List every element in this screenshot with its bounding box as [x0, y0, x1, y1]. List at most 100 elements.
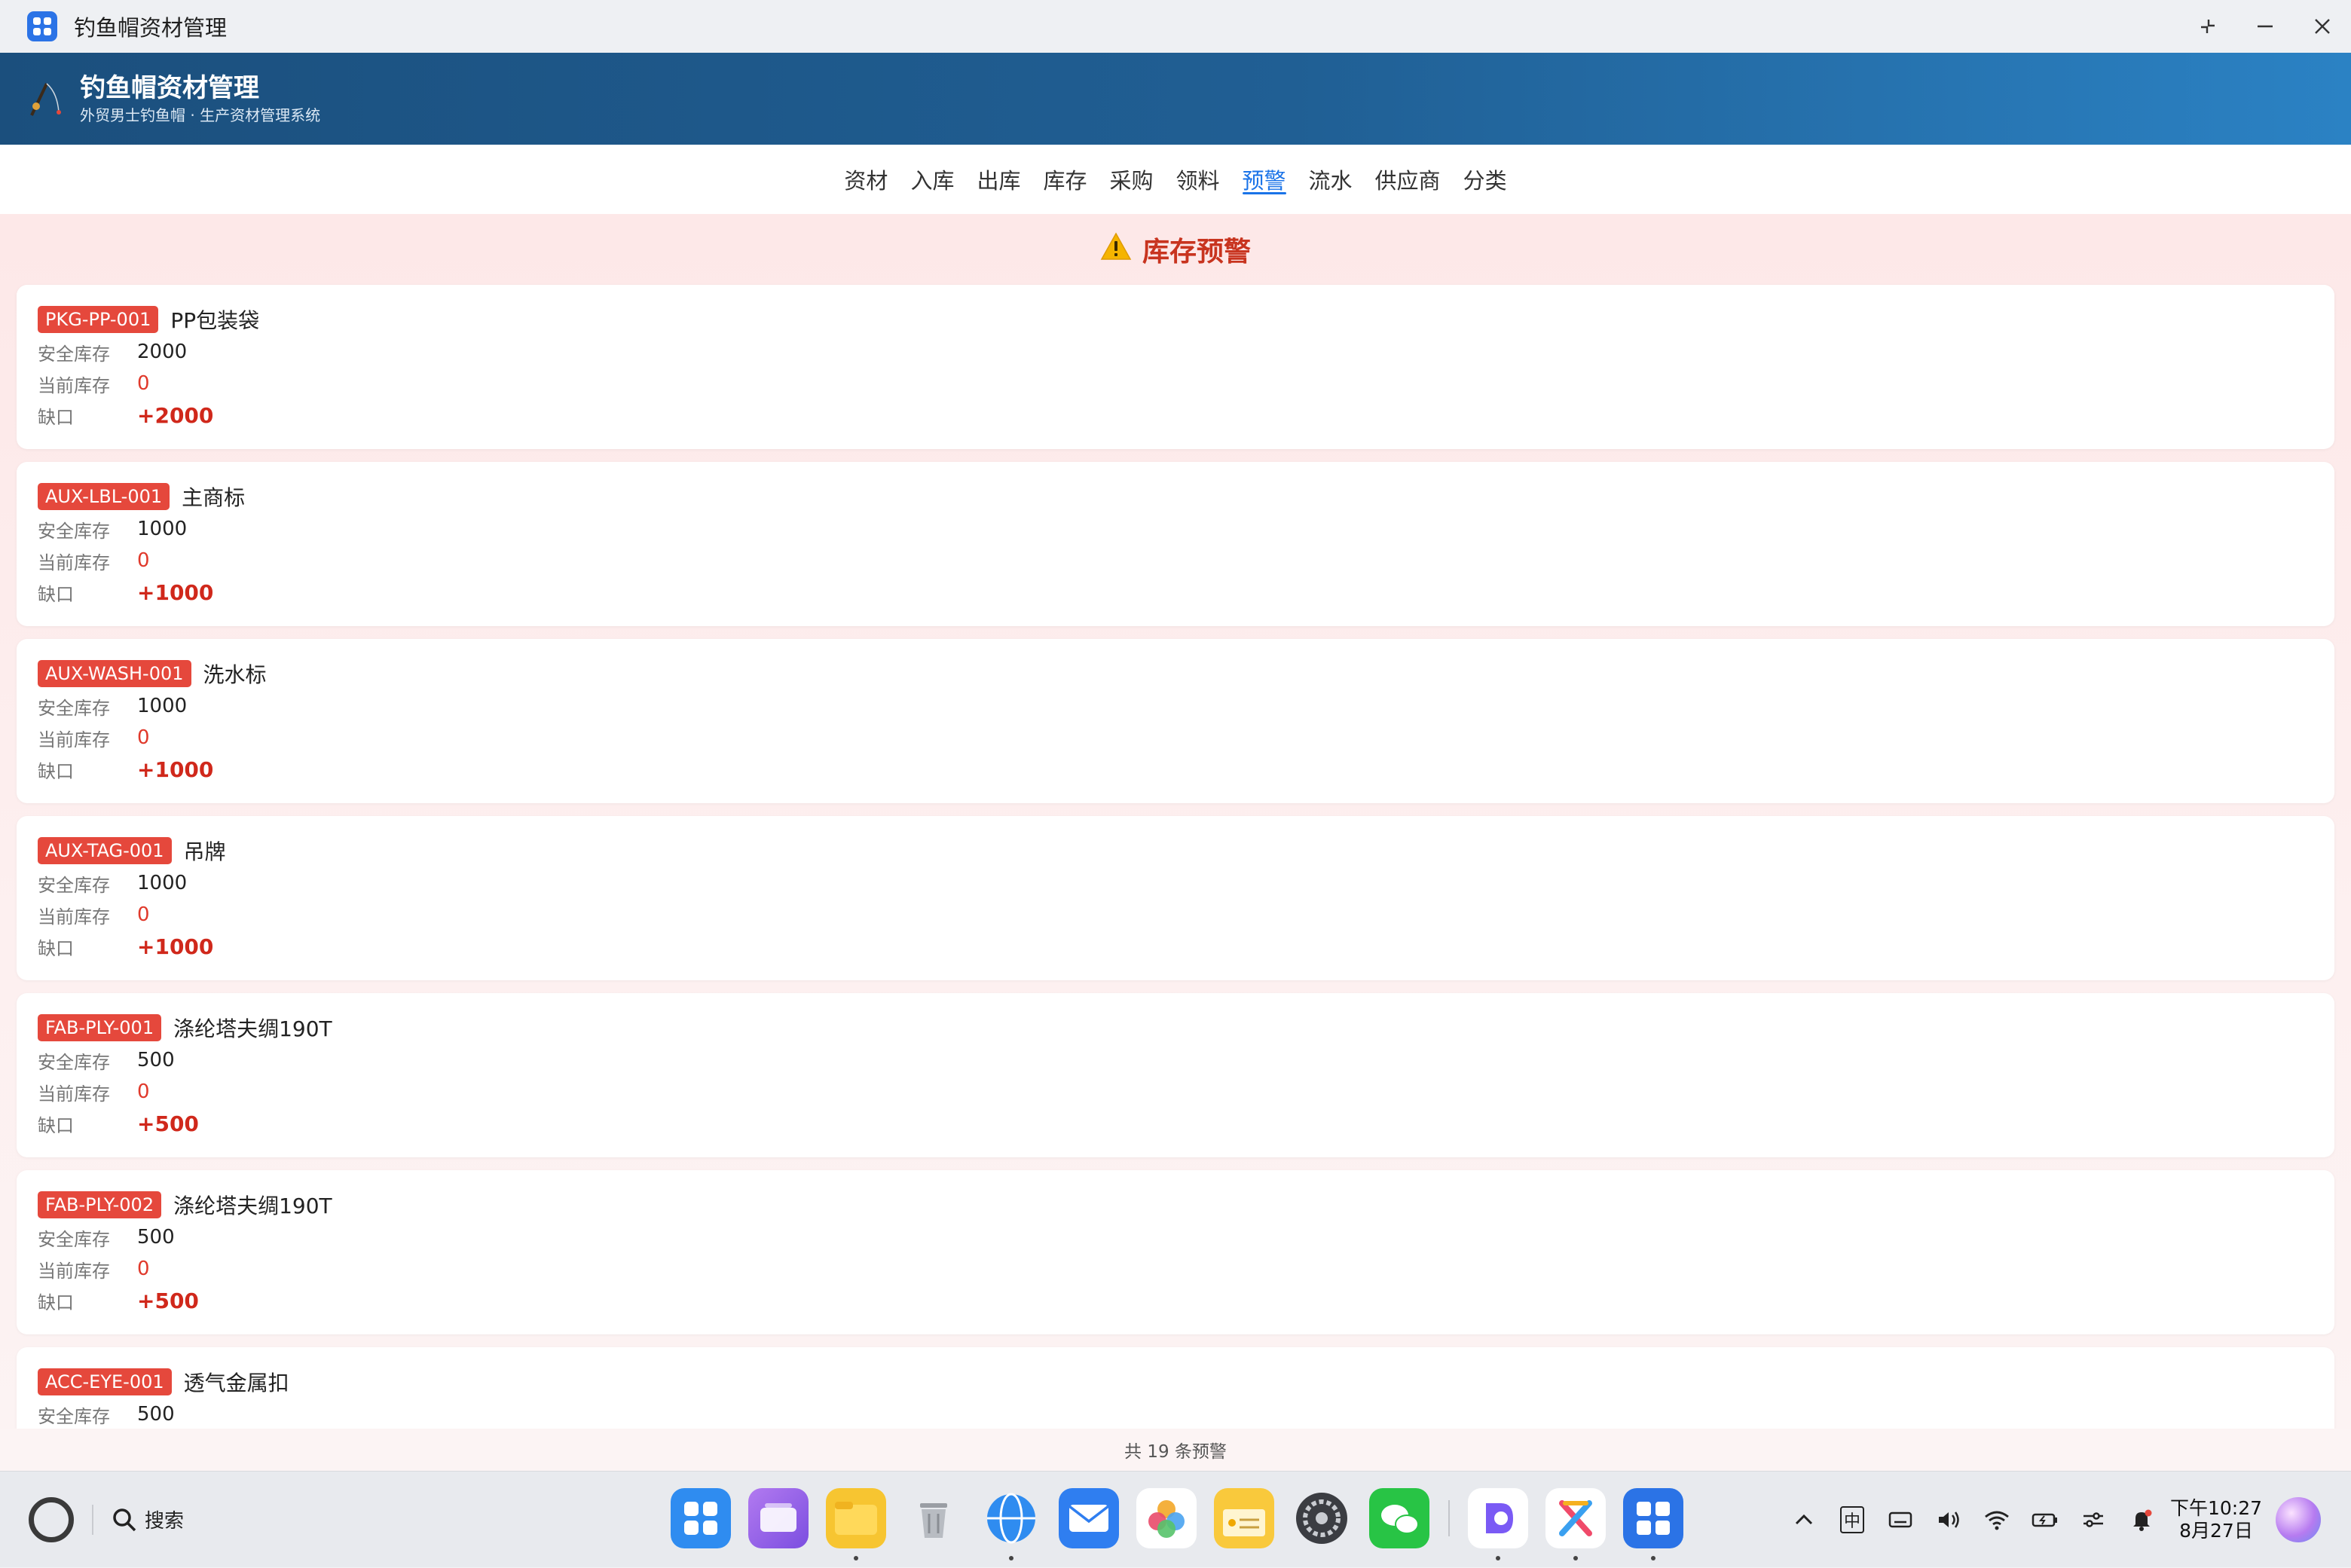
material-code-badge: AUX-LBL-001 [38, 483, 170, 510]
material-code-badge: ACC-EYE-001 [38, 1368, 172, 1395]
safety-stock-value: 1000 [137, 518, 188, 540]
tab-stock-out[interactable]: 出库 [965, 145, 1032, 214]
safety-stock-label: 安全库存 [38, 1228, 110, 1250]
app-name: 钓鱼帽资材管理 [80, 73, 259, 103]
safety-stock-value: 500 [137, 1403, 175, 1426]
creative-app-icon[interactable] [1545, 1488, 1606, 1560]
brand: 钓鱼帽资材管理 外贸男士钓鱼帽 · 生产资材管理系统 [80, 72, 320, 126]
tray-overflow-button[interactable] [1780, 1496, 1828, 1544]
alerts-heading: 库存预警 [0, 214, 2351, 285]
control-center-button[interactable] [2069, 1496, 2117, 1544]
gap-value: +500 [137, 1288, 199, 1313]
close-button[interactable] [2294, 0, 2351, 53]
tab-purchase[interactable]: 采购 [1098, 145, 1164, 214]
alert-list: PKG-PP-001 PP包装袋 安全库存 2000 当前库存 0 缺口 +2000 A… [0, 285, 2351, 1429]
current-stock-label: 当前库存 [38, 906, 110, 928]
clock-date: 8月27日 [2179, 1520, 2253, 1542]
minimize-button[interactable] [2236, 0, 2294, 53]
window-controls [2179, 0, 2351, 53]
gap-label: 缺口 [38, 1114, 74, 1136]
search-icon [113, 1508, 136, 1531]
battery-button[interactable] [2021, 1496, 2069, 1544]
search-label: 搜索 [145, 1510, 185, 1533]
running-indicator [1496, 1556, 1500, 1560]
running-indicator [1573, 1556, 1578, 1560]
tab-transactions[interactable]: 流水 [1298, 145, 1364, 214]
main-nav: 资材 入库 出库 库存 采购 领料 预警 流水 供应商 分类 [0, 145, 2351, 214]
material-name: 涤纶塔夫绸190T [173, 1016, 332, 1041]
safety-stock-label: 安全库存 [38, 874, 110, 896]
notes-icon[interactable] [1214, 1488, 1274, 1548]
files-icon[interactable] [826, 1488, 886, 1560]
settings-icon[interactable] [1292, 1488, 1352, 1548]
current-stock-value: 0 [137, 372, 150, 395]
warning-icon [1100, 231, 1132, 267]
material-name: 涤纶塔夫绸190T [173, 1194, 332, 1218]
material-code-badge: AUX-WASH-001 [38, 660, 191, 687]
gap-label: 缺口 [38, 760, 74, 782]
gap-label: 缺口 [38, 1291, 74, 1313]
mail-icon[interactable] [1059, 1488, 1119, 1548]
window-title: 钓鱼帽资材管理 [74, 15, 228, 41]
tab-suppliers[interactable]: 供应商 [1364, 145, 1452, 214]
app-subtitle: 外贸男士钓鱼帽 · 生产资材管理系统 [80, 106, 321, 124]
fishing-rod-icon [24, 78, 66, 120]
gap-value: +1000 [137, 756, 214, 782]
taskbar-divider [92, 1504, 93, 1535]
tab-inventory[interactable]: 库存 [1032, 145, 1098, 214]
taskbar-search-button[interactable]: 搜索 [112, 1505, 184, 1533]
material-code-badge: FAB-PLY-002 [38, 1191, 162, 1218]
tab-requisition[interactable]: 领料 [1165, 145, 1231, 214]
assistant-orb-icon[interactable] [2276, 1497, 2321, 1542]
app-center-icon[interactable] [671, 1488, 731, 1548]
alert-card[interactable]: FAB-PLY-002 涤纶塔夫绸190T 安全库存 500 当前库存 0 缺口 +50… [17, 1170, 2334, 1334]
tab-materials[interactable]: 资材 [833, 145, 899, 214]
tab-alerts[interactable]: 预警 [1231, 145, 1298, 214]
restore-button[interactable] [2179, 0, 2236, 53]
trash-icon[interactable] [903, 1488, 964, 1548]
material-name: 吊牌 [183, 839, 226, 864]
ime-indicator[interactable]: 中 [1828, 1496, 1876, 1544]
material-code-badge: FAB-PLY-001 [38, 1014, 162, 1041]
photos-icon[interactable] [1136, 1488, 1197, 1548]
window-titlebar: 钓鱼帽资材管理 [0, 0, 2351, 53]
current-stock-value: 0 [137, 1258, 150, 1280]
gap-value: +1000 [137, 934, 214, 959]
tab-stock-in[interactable]: 入库 [899, 145, 965, 214]
chevron-up-icon [1795, 1514, 1813, 1525]
alert-card[interactable]: ACC-EYE-001 透气金属扣 安全库存 500 [17, 1347, 2334, 1429]
close-icon [2315, 19, 2330, 34]
gap-label: 缺口 [38, 583, 74, 605]
notifications-button[interactable] [2117, 1496, 2166, 1544]
alert-card[interactable]: PKG-PP-001 PP包装袋 安全库存 2000 当前库存 0 缺口 +2000 [17, 285, 2334, 449]
alert-card[interactable]: AUX-TAG-001 吊牌 安全库存 1000 当前库存 0 缺口 +1000 [17, 816, 2334, 980]
current-stock-label: 当前库存 [38, 1260, 110, 1282]
keyboard-icon [1888, 1511, 1912, 1528]
alert-card[interactable]: FAB-PLY-001 涤纶塔夫绸190T 安全库存 500 当前库存 0 缺口 +50… [17, 993, 2334, 1157]
wifi-button[interactable] [1973, 1496, 2021, 1544]
safety-stock-value: 500 [137, 1226, 175, 1249]
wechat-icon[interactable] [1369, 1488, 1429, 1548]
multitask-icon[interactable] [748, 1488, 809, 1548]
running-indicator [1009, 1556, 1013, 1560]
app-header: 钓鱼帽资材管理 外贸男士钓鱼帽 · 生产资材管理系统 [0, 53, 2351, 145]
volume-button[interactable] [1925, 1496, 1973, 1544]
alert-card[interactable]: AUX-LBL-001 主商标 安全库存 1000 当前库存 0 缺口 +1000 [17, 462, 2334, 626]
bell-icon [2132, 1509, 2152, 1531]
safety-stock-label: 安全库存 [38, 697, 110, 719]
materials-app-icon[interactable] [1623, 1488, 1683, 1560]
running-indicator [854, 1556, 858, 1560]
gap-label: 缺口 [38, 937, 74, 959]
alert-card[interactable]: AUX-WASH-001 洗水标 安全库存 1000 当前库存 0 缺口 +1000 [17, 639, 2334, 803]
material-code-badge: PKG-PP-001 [38, 306, 159, 333]
browser-icon[interactable] [981, 1488, 1041, 1560]
current-stock-label: 当前库存 [38, 1083, 110, 1105]
tab-categories[interactable]: 分类 [1452, 145, 1518, 214]
minimize-icon [2258, 25, 2273, 28]
start-button[interactable] [29, 1496, 74, 1542]
design-app-icon[interactable] [1468, 1488, 1528, 1560]
alerts-panel[interactable]: 库存预警 PKG-PP-001 PP包装袋 安全库存 2000 当前库存 0 缺口 +2… [0, 214, 2351, 1429]
gap-label: 缺口 [38, 406, 74, 428]
keyboard-button[interactable] [1876, 1496, 1925, 1544]
clock[interactable]: 下午10:27 8月27日 [2170, 1497, 2262, 1542]
